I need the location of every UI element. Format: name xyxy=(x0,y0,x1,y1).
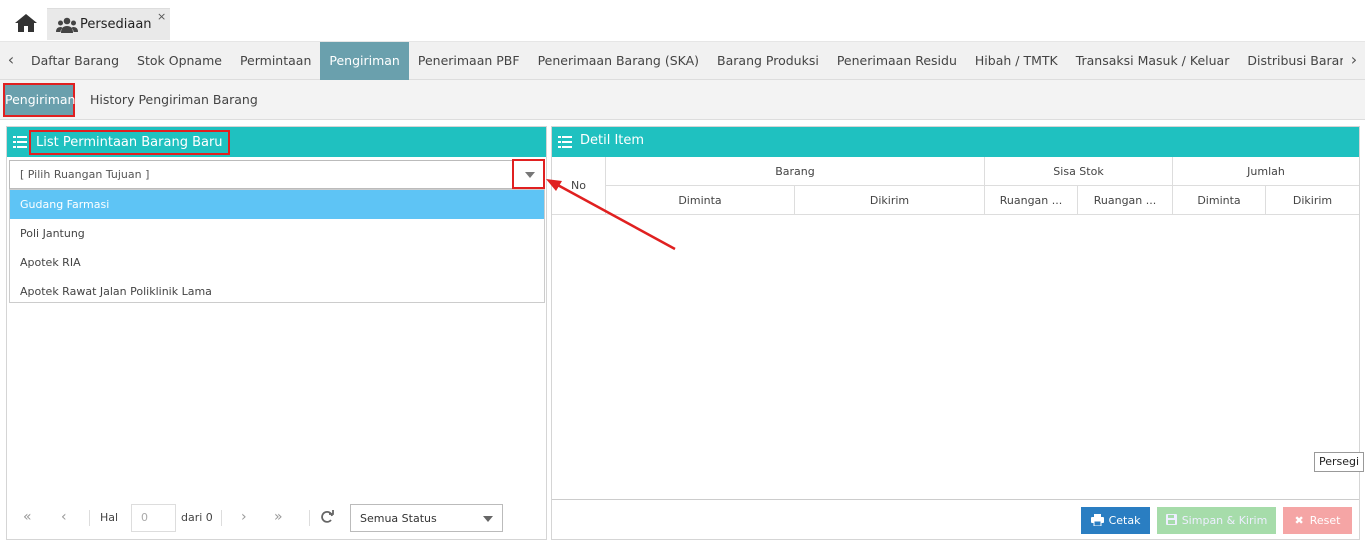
combo-placeholder: [ Pilih Ruangan Tujuan ] xyxy=(20,168,150,181)
tooltip: Persegi xyxy=(1314,452,1364,472)
status-select-value: Semua Status xyxy=(360,512,437,525)
ruangan-tujuan-combo[interactable]: [ Pilih Ruangan Tujuan ] xyxy=(9,159,545,189)
option-apotek-ria[interactable]: Apotek RIA xyxy=(10,248,544,277)
first-page-icon[interactable]: « xyxy=(23,509,32,525)
pager-divider xyxy=(89,510,90,526)
sub-tab-bar: Pengiriman History Pengiriman Barang xyxy=(0,80,1365,120)
reset-label: Reset xyxy=(1309,514,1341,527)
list-permintaan-panel: List Permintaan Barang Baru [ Pilih Ruan… xyxy=(6,126,547,540)
scroll-left-icon[interactable]: ‹ xyxy=(2,42,20,80)
hal-label: Hal xyxy=(100,511,119,524)
detil-grid-header: No Barang Sisa Stok Jumlah Diminta Dikir… xyxy=(552,157,1359,215)
col-no: No xyxy=(552,157,606,215)
pager-divider xyxy=(309,510,310,526)
ruangan-dropdown-list: Gudang Farmasi Poli Jantung Apotek RIA A… xyxy=(9,189,545,303)
pager: « ‹ Hal 0 dari 0 › » Semua Status xyxy=(7,501,546,535)
app-tab-persediaan[interactable]: Persediaan × xyxy=(47,8,170,40)
col-jumlah-dikirim[interactable]: Dikirim xyxy=(1266,186,1359,215)
refresh-icon[interactable] xyxy=(320,510,334,524)
simpan-kirim-button[interactable]: Simpan & Kirim xyxy=(1157,507,1276,534)
simpan-label: Simpan & Kirim xyxy=(1181,514,1268,527)
tab-pengiriman[interactable]: Pengiriman xyxy=(320,42,409,80)
col-jumlah-diminta[interactable]: Diminta xyxy=(1173,186,1266,215)
tab-stok-opname[interactable]: Stok Opname xyxy=(128,42,231,80)
tab-transaksi-masuk-keluar[interactable]: Transaksi Masuk / Keluar xyxy=(1067,42,1239,80)
option-poli-jantung[interactable]: Poli Jantung xyxy=(10,219,544,248)
close-tab-icon[interactable]: × xyxy=(157,10,166,23)
tab-permintaan[interactable]: Permintaan xyxy=(231,42,320,80)
tab-penerimaan-pbf[interactable]: Penerimaan PBF xyxy=(409,42,529,80)
cetak-button[interactable]: Cetak xyxy=(1081,507,1150,534)
home-icon[interactable] xyxy=(14,12,38,34)
list-icon xyxy=(558,136,572,148)
option-gudang-farmasi[interactable]: Gudang Farmasi xyxy=(10,190,544,219)
close-icon: ✖ xyxy=(1294,514,1304,527)
tab-daftar-barang[interactable]: Daftar Barang xyxy=(22,42,128,80)
scroll-right-icon[interactable]: › xyxy=(1345,42,1363,80)
right-panel-header: Detil Item xyxy=(552,127,1359,157)
cetak-label: Cetak xyxy=(1108,514,1141,527)
tab-penerimaan-residu[interactable]: Penerimaan Residu xyxy=(828,42,966,80)
col-barang-diminta[interactable]: Diminta xyxy=(606,186,795,215)
col-ruangan-2[interactable]: Ruangan ... xyxy=(1078,186,1173,215)
app-tab-label: Persediaan xyxy=(80,17,152,32)
col-sisa-stok: Sisa Stok xyxy=(985,157,1173,186)
pager-divider xyxy=(221,510,222,526)
right-panel-title: Detil Item xyxy=(580,133,645,148)
col-barang-dikirim[interactable]: Dikirim xyxy=(795,186,985,215)
last-page-icon[interactable]: » xyxy=(274,509,283,525)
reset-button[interactable]: ✖ Reset xyxy=(1283,507,1352,534)
page-count-label: dari 0 xyxy=(181,511,213,524)
module-tab-bar: ‹ Daftar Barang Stok Opname Permintaan Peng… xyxy=(0,42,1365,80)
prev-page-icon[interactable]: ‹ xyxy=(61,509,67,525)
col-ruangan-1[interactable]: Ruangan ... xyxy=(985,186,1078,215)
tab-penerimaan-barang-ska[interactable]: Penerimaan Barang (SKA) xyxy=(529,42,708,80)
print-icon xyxy=(1090,514,1104,527)
col-jumlah: Jumlah xyxy=(1173,157,1359,186)
next-page-icon[interactable]: › xyxy=(241,509,247,525)
chevron-down-icon xyxy=(483,516,493,522)
tab-barang-produksi[interactable]: Barang Produksi xyxy=(708,42,828,80)
left-panel-title: List Permintaan Barang Baru xyxy=(29,130,230,155)
save-icon xyxy=(1165,514,1177,525)
users-icon xyxy=(56,17,78,33)
subtab-history-pengiriman[interactable]: History Pengiriman Barang xyxy=(90,83,258,117)
option-apotek-rawat-jalan[interactable]: Apotek Rawat Jalan Poliklinik Lama xyxy=(10,277,544,306)
module-tabs: Daftar Barang Stok Opname Permintaan Pengir… xyxy=(22,42,1343,80)
detil-panel-footer: Cetak Simpan & Kirim ✖ Reset xyxy=(552,499,1359,539)
combo-dropdown-button[interactable] xyxy=(512,159,545,189)
page-number-input[interactable]: 0 xyxy=(131,504,176,532)
tab-distribusi-barang[interactable]: Distribusi Barang xyxy=(1238,42,1343,80)
chevron-down-icon xyxy=(525,172,535,178)
col-barang: Barang xyxy=(606,157,985,186)
subtab-pengiriman[interactable]: Pengiriman xyxy=(3,83,75,117)
detil-item-panel: Detil Item No Barang Sisa Stok Jumlah Di… xyxy=(551,126,1360,540)
tab-hibah-tmtk[interactable]: Hibah / TMTK xyxy=(966,42,1067,80)
left-panel-header: List Permintaan Barang Baru xyxy=(7,127,546,157)
top-bar: Persediaan × xyxy=(0,0,1365,42)
list-icon xyxy=(13,136,27,148)
status-select[interactable]: Semua Status xyxy=(350,504,503,532)
